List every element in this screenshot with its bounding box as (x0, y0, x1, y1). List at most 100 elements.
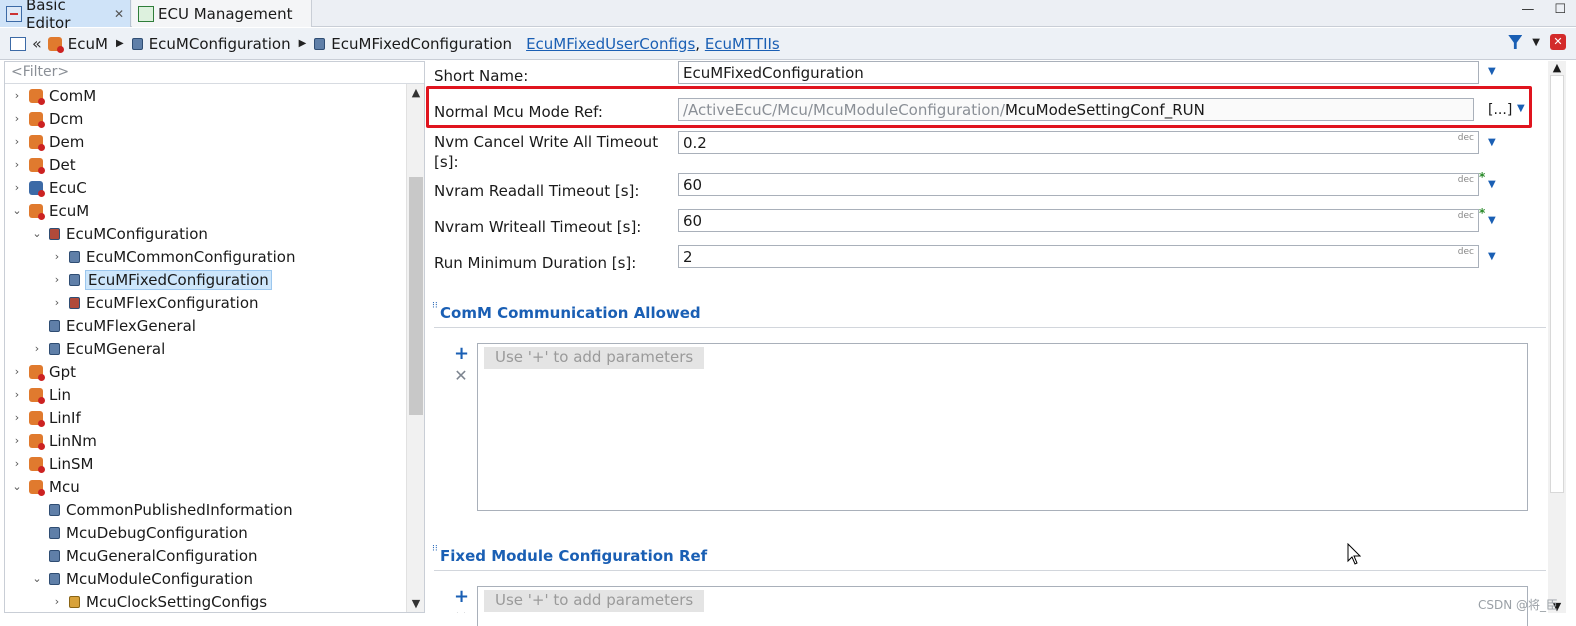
expand-chevron-icon[interactable]: › (51, 250, 63, 263)
editor-scrollbar[interactable]: ▲ ▼ (1548, 61, 1566, 613)
scroll-down-icon[interactable]: ▼ (407, 597, 425, 610)
tab-ecu-management[interactable]: ECU Management (132, 0, 312, 27)
tree-item-mcugeneralconfiguration[interactable]: ›McuGeneralConfiguration (31, 544, 258, 567)
expand-chevron-icon[interactable]: › (51, 595, 63, 608)
run-minimum-duration-menu-chevron-down-icon[interactable]: ▼ (1488, 251, 1496, 262)
collapse-chevron-icon[interactable]: ⌄ (11, 204, 23, 217)
close-tab-icon[interactable]: ✕ (114, 7, 124, 21)
tree-item-label: EcuMFlexConfiguration (86, 293, 259, 312)
expand-chevron-icon[interactable]: › (31, 342, 43, 355)
minimize-button[interactable]: — (1521, 2, 1534, 17)
nvram-readall-menu-chevron-down-icon[interactable]: ▼ (1488, 179, 1496, 190)
highlight-annotation-box (426, 86, 1532, 128)
breadcrumb-separator-icon[interactable]: ▶ (299, 38, 307, 49)
expand-chevron-icon[interactable]: › (11, 112, 23, 125)
add-parameter-plus-icon[interactable]: + (454, 345, 469, 363)
fixed-module-ref-parameter-list[interactable]: Use '+' to add parameters (477, 586, 1528, 626)
tree-item-ecumgeneral[interactable]: › EcuMGeneral (31, 337, 166, 360)
nvm-cancel-menu-chevron-down-icon[interactable]: ▼ (1488, 137, 1496, 148)
breadcrumb-item-ecum[interactable]: EcuM (47, 35, 108, 53)
short-name-label: Short Name: (434, 67, 529, 85)
tree-item-label: EcuM (49, 201, 90, 220)
nvm-cancel-write-all-timeout-field[interactable]: 0.2 dec (678, 131, 1479, 154)
section-divider (434, 327, 1546, 328)
tree-item-det[interactable]: › Det (11, 153, 76, 176)
breadcrumb-back-icon[interactable]: « (32, 34, 42, 53)
tree-item-ecumfixedconfiguration[interactable]: › EcuMFixedConfiguration (51, 268, 272, 291)
breadcrumb-item-ecumfixedconfiguration[interactable]: EcuMFixedConfiguration (314, 35, 512, 53)
tree-item-mcuclocksettingconfigs[interactable]: › McuClockSettingConfigs (51, 590, 267, 612)
tree-item-ecum[interactable]: ⌄ EcuM (11, 199, 89, 222)
expand-chevron-icon[interactable]: › (11, 457, 23, 470)
tree-item-mcumoduleconfiguration[interactable]: ⌄ McuModuleConfiguration (31, 567, 253, 590)
run-minimum-duration-label: Run Minimum Duration [s]: (434, 254, 637, 272)
tree-item-dcm[interactable]: › Dcm (11, 107, 83, 130)
section-fixed-module-configuration-ref-title[interactable]: Fixed Module Configuration Ref (440, 547, 707, 565)
expand-chevron-icon[interactable]: › (11, 434, 23, 447)
expand-chevron-icon[interactable]: › (11, 411, 23, 424)
expand-chevron-icon[interactable]: › (11, 135, 23, 148)
nvram-readall-timeout-field[interactable]: 60 dec (678, 173, 1479, 196)
expand-chevron-icon[interactable]: › (11, 89, 23, 102)
tree-item-mcudebugconfiguration[interactable]: ›McuDebugConfiguration (31, 521, 248, 544)
add-parameter-plus-icon[interactable]: + (454, 588, 469, 606)
tree-item-ecumflexgeneral[interactable]: ›EcuMFlexGeneral (31, 314, 196, 337)
tree-scrollbar[interactable]: ▲ ▼ (406, 84, 424, 612)
breadcrumb-item-ecumconfiguration[interactable]: EcuMConfiguration (131, 35, 291, 53)
expand-chevron-icon[interactable]: › (11, 158, 23, 171)
tree-item-ecumconfiguration[interactable]: ⌄ EcuMConfiguration (31, 222, 208, 245)
view-menu-chevron-down-icon[interactable]: ▼ (1532, 37, 1540, 48)
parameter-editor: Short Name: EcuMFixedConfiguration ▼ Nor… (428, 61, 1546, 626)
remove-parameter-x-icon[interactable]: ✕ (454, 611, 468, 613)
short-name-menu-chevron-down-icon[interactable]: ▼ (1488, 66, 1496, 77)
scroll-up-icon[interactable]: ▲ (407, 86, 425, 99)
link-ecumttiis[interactable]: EcuMTTIIs (705, 35, 780, 53)
breadcrumb-links: EcuMFixedUserConfigs, EcuMTTIIs (526, 35, 780, 53)
nvram-writeall-menu-chevron-down-icon[interactable]: ▼ (1488, 215, 1496, 226)
close-editor-icon[interactable]: ✕ (1550, 34, 1566, 50)
collapse-chevron-icon[interactable]: ⌄ (11, 480, 23, 493)
tab-basic-editor[interactable]: Basic Editor ✕ (0, 0, 131, 32)
tree-item-ecuc[interactable]: › EcuC (11, 176, 87, 199)
collapse-chevron-icon[interactable]: ⌄ (31, 227, 43, 240)
short-name-field[interactable]: EcuMFixedConfiguration (678, 61, 1479, 84)
section-expand-icon[interactable]: ⁝⁝ (432, 301, 438, 311)
nvram-writeall-timeout-label: Nvram Writeall Timeout [s]: (434, 218, 642, 236)
tree-item-commonpublishedinformation[interactable]: ›CommonPublishedInformation (31, 498, 293, 521)
tree-item-ecumflexconfiguration[interactable]: › EcuMFlexConfiguration (51, 291, 259, 314)
tree-item-linnm[interactable]: › LinNm (11, 429, 97, 452)
collapse-chevron-icon[interactable]: ⌄ (31, 572, 43, 585)
scroll-up-icon[interactable]: ▲ (1548, 61, 1566, 74)
breadcrumb-separator-icon[interactable]: ▶ (116, 38, 124, 49)
expand-chevron-icon[interactable]: › (11, 388, 23, 401)
comm-allowed-parameter-list[interactable]: Use '+' to add parameters (477, 343, 1528, 511)
expand-chevron-icon[interactable]: › (11, 365, 23, 378)
section-expand-icon[interactable]: ⁝⁝ (432, 544, 438, 554)
filter-icon[interactable] (1508, 35, 1523, 49)
tree-item-linsm[interactable]: › LinSM (11, 452, 94, 475)
tree-item-ecumcommonconfiguration[interactable]: › EcuMCommonConfiguration (51, 245, 296, 268)
run-minimum-duration-field[interactable]: 2 dec (678, 245, 1479, 268)
expand-chevron-icon[interactable]: › (51, 296, 63, 309)
tree-item-label: ComM (49, 86, 97, 105)
container-icon (49, 572, 60, 585)
tree-item-mcu[interactable]: ⌄ Mcu (11, 475, 80, 498)
scrollbar-thumb[interactable] (1550, 75, 1564, 493)
tree-filter-input[interactable]: <Filter> (5, 62, 424, 84)
tree-item-linif[interactable]: › LinIf (11, 406, 81, 429)
container-icon (69, 250, 80, 263)
expand-chevron-icon[interactable]: › (11, 181, 23, 194)
nvram-writeall-timeout-field[interactable]: 60 dec (678, 209, 1479, 232)
scrollbar-thumb[interactable] (409, 177, 423, 415)
remove-parameter-x-icon[interactable]: ✕ (454, 368, 468, 384)
outline-toggle-icon[interactable] (10, 36, 26, 51)
section-comm-communication-allowed-title[interactable]: ComM Communication Allowed (440, 304, 701, 322)
tree-item-label: McuGeneralConfiguration (66, 546, 258, 565)
maximize-button[interactable]: ☐ (1554, 2, 1566, 17)
link-ecumfixeduserconfigs[interactable]: EcuMFixedUserConfigs (526, 35, 695, 53)
tree-item-dem[interactable]: › Dem (11, 130, 84, 153)
tree-item-lin[interactable]: › Lin (11, 383, 71, 406)
tree-item-gpt[interactable]: › Gpt (11, 360, 76, 383)
tree-item-comm[interactable]: › ComM (11, 84, 96, 107)
expand-chevron-icon[interactable]: › (51, 273, 63, 286)
